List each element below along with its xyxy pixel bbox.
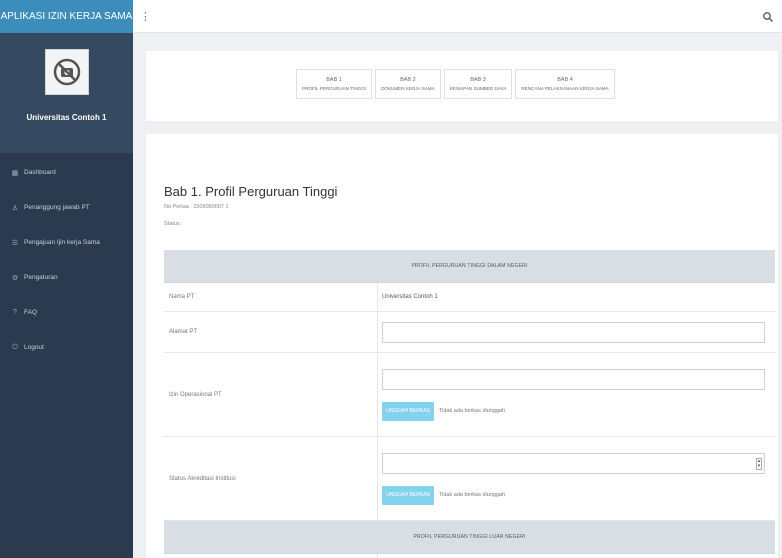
user-panel: Universitas Contoh 1 (0, 33, 133, 153)
status-label: Status : (164, 221, 183, 227)
nama-pt-value: Universitas Contoh 1 (382, 294, 438, 300)
select-arrows-icon: ▴ ▾ (756, 457, 762, 470)
step-number: BAB 1 (326, 77, 342, 83)
table-header-dalam-negeri: PROFIL PERGURUAN TINGGI DALAM NEGERI (164, 250, 775, 283)
list-icon: ☰ (11, 239, 19, 247)
alamat-pt-input[interactable] (382, 321, 765, 343)
step-number: BAB 4 (557, 77, 573, 83)
gear-icon: ⚙ (11, 274, 19, 282)
page-title: Bab 1. Profil Perguruan Tinggi (164, 184, 338, 199)
field-label: Nama PT (164, 283, 378, 311)
sidebar-item-faq[interactable]: ? FAQ (0, 295, 133, 330)
user-name: Universitas Contoh 1 (26, 113, 107, 122)
table-row-nama-pt: Nama PT Universitas Contoh 1 (164, 283, 775, 312)
topbar: ⋮ (133, 0, 782, 33)
sidebar-nav: ▦ Dashboard ♙ Penanggung jawab PT ☰ Pengaju… (0, 155, 133, 365)
table-row (164, 554, 775, 558)
main-content: Bab 1. Profil Perguruan Tinggi No Pertaa… (146, 134, 778, 558)
sidebar-item-label: Pengajuan Ijin kerja Sama (24, 239, 100, 246)
step-tab-bab-4[interactable]: BAB 4 RENCANA PELAKSANAAN KERJA SAMA (515, 69, 615, 99)
upload-status: Tidak ada berkas diunggah (439, 492, 506, 498)
profile-table: PROFIL PERGURUAN TINGGI DALAM NEGERI Nam… (164, 250, 775, 558)
step-tabs: BAB 1 PROFIL PERGURUAN TINGGI BAB 2 DOKU… (296, 69, 618, 99)
search-icon[interactable] (762, 10, 774, 22)
sidebar-item-logout[interactable]: ⏻ Logout (0, 330, 133, 365)
step-label: KESIAPAN SUMBER DAYA (449, 86, 507, 91)
sidebar-item-label: FAQ (24, 309, 38, 316)
upload-button[interactable]: UNGGAH BERKAS (382, 401, 434, 421)
step-tab-bab-1[interactable]: BAB 1 PROFIL PERGURUAN TINGGI (296, 69, 373, 99)
app-title[interactable]: APLIKASI IZIN KERJA SAMA (0, 0, 133, 33)
question-icon: ? (13, 309, 17, 316)
table-row-status-akreditasi: Status Akreditasi Institusi ▴ ▾ UNGGAH BE… (164, 437, 775, 521)
sidebar-item-label: Pengaturan (24, 274, 58, 281)
sidebar-item-dashboard[interactable]: ▦ Dashboard (0, 155, 133, 190)
sidebar-item-label: Penanggung jawab PT (24, 204, 90, 211)
steps-panel: BAB 1 PROFIL PERGURUAN TINGGI BAB 2 DOKU… (146, 51, 778, 121)
akreditasi-select[interactable]: ▴ ▾ (382, 452, 765, 474)
step-label: PROFIL PERGURUAN TINGGI (302, 86, 367, 91)
sidebar-item-pengajuan[interactable]: ☰ Pengajuan Ijin kerja Sama (0, 225, 133, 260)
table-row-izin-operasional: Izin Operasional PT UNGGAH BERKAS Tidak … (164, 353, 775, 437)
no-photo-icon (44, 49, 89, 95)
logout-icon: ⏻ (12, 343, 18, 351)
sidebar-item-label: Dashboard (24, 169, 56, 176)
upload-status: Tidak ada berkas diunggah (439, 408, 506, 414)
sidebar-item-label: Logout (24, 344, 44, 351)
nomor-pertaa: No Pertaa : 1509090007 1 (164, 204, 229, 210)
field-label: Alamat PT (164, 312, 378, 352)
upload-button[interactable]: UNGGAH BERKAS (382, 485, 434, 505)
field-label: Izin Operasional PT (164, 353, 378, 436)
menu-toggle-icon[interactable]: ⋮ (140, 10, 151, 23)
dashboard-icon: ▦ (11, 169, 19, 177)
step-number: BAB 2 (400, 77, 416, 83)
step-label: DOKUMEN KERJA SAMA (381, 86, 435, 91)
step-number: BAB 3 (470, 77, 486, 83)
step-tab-bab-2[interactable]: BAB 2 DOKUMEN KERJA SAMA (375, 69, 441, 99)
table-header-luar-negeri: PROFIL PERGURUAN TINGGI LUAR NEGERI (164, 521, 775, 554)
sidebar-item-pengaturan[interactable]: ⚙ Pengaturan (0, 260, 133, 295)
step-label: RENCANA PELAKSANAAN KERJA SAMA (521, 86, 609, 91)
step-tab-bab-3[interactable]: BAB 3 KESIAPAN SUMBER DAYA (443, 69, 513, 99)
sidebar: APLIKASI IZIN KERJA SAMA Universitas Con… (0, 0, 133, 558)
sidebar-item-penanggung-jawab[interactable]: ♙ Penanggung jawab PT (0, 190, 133, 225)
izin-operasional-input[interactable] (382, 368, 765, 390)
field-label: Status Akreditasi Institusi (164, 437, 378, 520)
table-row-alamat-pt: Alamat PT (164, 312, 775, 353)
user-icon: ♙ (11, 204, 19, 212)
